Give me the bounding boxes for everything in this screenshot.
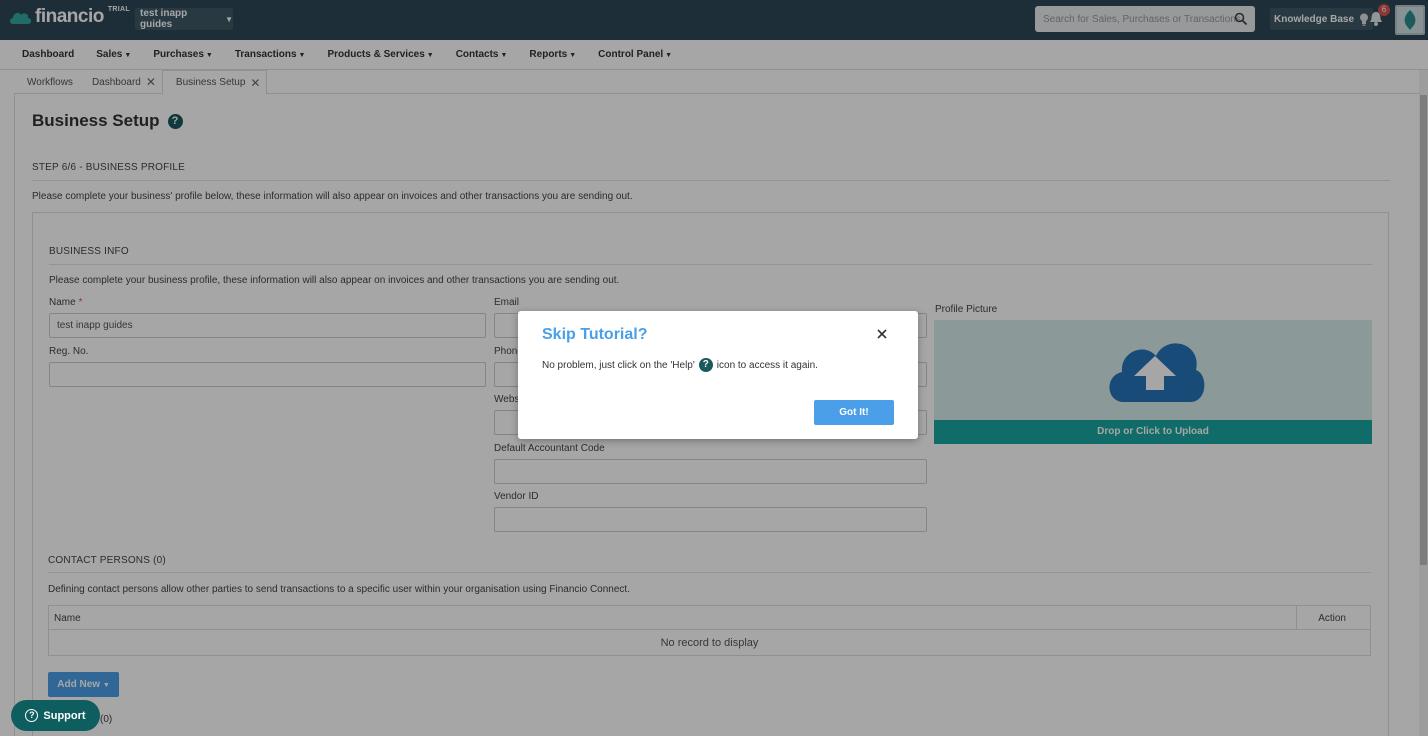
- support-button[interactable]: ? Support: [11, 700, 100, 731]
- dialog-title: Skip Tutorial?: [542, 326, 648, 343]
- support-label: Support: [43, 709, 86, 722]
- dialog-message-end: icon to access it again.: [716, 359, 818, 371]
- skip-tutorial-dialog: Skip Tutorial? No problem, just click on…: [518, 311, 918, 439]
- got-it-button[interactable]: Got It!: [814, 400, 894, 425]
- dialog-message-start: No problem, just click on the 'Help': [542, 359, 695, 371]
- help-icon: ?: [698, 358, 713, 372]
- question-circle-icon: ?: [25, 709, 39, 722]
- dialog-message: No problem, just click on the 'Help' ? i…: [542, 358, 818, 372]
- close-icon[interactable]: [876, 328, 888, 340]
